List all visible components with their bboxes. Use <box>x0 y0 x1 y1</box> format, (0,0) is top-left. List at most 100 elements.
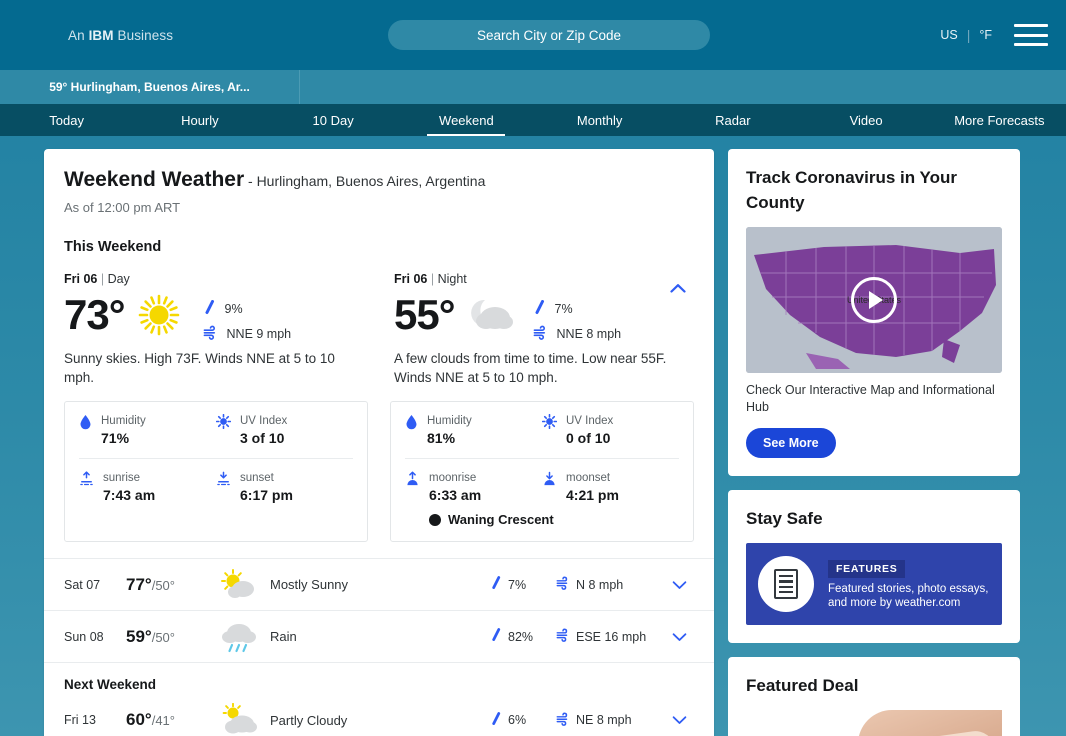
row-day: Fri 13 <box>64 713 96 727</box>
day-humidity-cell: Humidity 71% <box>79 414 216 447</box>
covid-map-video-thumbnail[interactable]: United States <box>746 227 1002 373</box>
sidebar: Track Coronavirus in Your County United … <box>728 149 1020 736</box>
next-weekend-heading: Next Weekend <box>44 662 714 694</box>
sunset-text: sunset 6:17 pm <box>240 471 293 504</box>
saved-location-tab[interactable]: 59° Hurlingham, Buenos Aires, Ar... <box>0 70 300 104</box>
row-condition: Rain <box>270 629 297 644</box>
day-humidity-text: Humidity 71% <box>101 414 146 447</box>
sunset-icon <box>216 471 231 491</box>
temperature-unit-toggle[interactable]: °F <box>979 28 992 42</box>
page-title-location: - Hurlingham, Buenos Aires, Argentina <box>244 173 486 189</box>
row-precip: 82% <box>490 628 556 645</box>
header-right-controls: US | °F <box>940 0 1048 70</box>
tab-today[interactable]: Today <box>0 104 133 136</box>
moonrise-value: 6:33 am <box>429 487 482 503</box>
featured-deal-image[interactable] <box>746 710 1002 736</box>
features-banner-text: FEATURES Featured stories, photo essays,… <box>828 559 1002 610</box>
day-precip-value: 9% <box>224 302 243 316</box>
search-input[interactable]: Search City or Zip Code <box>388 20 710 50</box>
unit-toggle-group: US | °F <box>940 27 992 43</box>
see-more-button[interactable]: See More <box>746 428 836 458</box>
wind-icon <box>556 628 570 645</box>
row-condition: Partly Cloudy <box>270 712 348 728</box>
night-detail-panel: Humidity 81% UV Index 0 of 10 moonrise 6… <box>390 401 694 542</box>
stay-safe-title: Stay Safe <box>746 509 823 528</box>
covid-card-caption: Check Our Interactive Map and Informatio… <box>746 383 995 414</box>
night-date: Fri 06 <box>394 272 428 286</box>
table-row[interactable]: Fri 13 60°/41° Partly Cloudy 6% NE 8 mph <box>44 694 714 736</box>
this-weekend-heading: This Weekend <box>64 239 162 255</box>
moonset-icon <box>542 471 557 492</box>
row-wind: ESE 16 mph <box>556 628 664 645</box>
page-title-main: Weekend Weather <box>64 168 245 191</box>
detail-panels: Humidity 71% UV Index 3 of 10 sunrise 7:… <box>44 401 714 542</box>
row-precip: 6% <box>490 711 556 729</box>
weather-page: An IBM Business Search City or Zip Code … <box>0 0 1066 736</box>
moonset-cell: moonset 4:21 pm <box>542 471 679 504</box>
tab-radar-label: Radar <box>715 112 751 128</box>
day-uv-text: UV Index 3 of 10 <box>240 414 287 447</box>
night-metrics: 7% NNE 8 mph <box>533 288 622 343</box>
row-low: /41° <box>151 713 175 728</box>
wind-icon <box>203 325 218 343</box>
night-pipe: | <box>430 272 435 286</box>
day-date: Fri 06 <box>64 272 98 286</box>
sunset-value: 6:17 pm <box>240 487 293 503</box>
day-panel-row-1: Humidity 71% UV Index 3 of 10 <box>79 413 353 447</box>
day-uv-label: UV Index <box>240 415 288 427</box>
moonset-label: moonset <box>566 472 611 484</box>
brand-logo[interactable]: An IBM Business <box>0 28 300 43</box>
night-panel-row-1: Humidity 81% UV Index 0 of 10 <box>405 413 679 447</box>
night-humidity-text: Humidity 81% <box>427 414 472 447</box>
tab-more-forecasts[interactable]: More Forecasts <box>933 104 1066 136</box>
sunrise-value: 7:43 am <box>103 487 156 503</box>
row-wind: N 8 mph <box>556 576 664 593</box>
play-button-icon[interactable] <box>851 277 897 323</box>
wind-icon <box>556 576 570 593</box>
collapse-chevron-up-icon[interactable] <box>666 276 690 300</box>
region-selector[interactable]: US <box>940 28 957 42</box>
row-high: 60° <box>126 710 152 729</box>
day-uv-cell: UV Index 3 of 10 <box>215 413 353 447</box>
tab-weekend[interactable]: Weekend <box>400 104 533 136</box>
day-detail-panel: Humidity 71% UV Index 3 of 10 sunrise 7:… <box>64 401 368 542</box>
tab-radar[interactable]: Radar <box>666 104 799 136</box>
table-row[interactable]: Sun 08 59°/50° Rain 82% ESE 16 mph <box>44 610 714 662</box>
features-tag: FEATURES <box>828 559 906 578</box>
night-precip-value: 7% <box>554 302 573 316</box>
location-strip: 59° Hurlingham, Buenos Aires, Ar... <box>0 70 1066 104</box>
expand-chevron-down-icon[interactable] <box>664 715 694 725</box>
features-banner-ad[interactable]: FEATURES Featured stories, photo essays,… <box>746 543 1002 625</box>
day-temperature: 73° <box>64 291 126 338</box>
day-wind-value: NNE 9 mph <box>226 327 292 341</box>
day-metrics: 9% NNE 9 mph <box>203 288 292 343</box>
expand-chevron-down-icon[interactable] <box>664 580 694 590</box>
sunny-icon <box>131 288 187 342</box>
day-narrative: Sunny skies. High 73F. Winds NNE at 5 to… <box>64 351 335 385</box>
expand-chevron-down-icon[interactable] <box>664 632 694 642</box>
night-temperature: 55° <box>394 291 456 338</box>
day-night-expanded: Fri 06 | Day 73° 9% NNE 9 mph Sunny skie… <box>64 272 694 387</box>
row-wind: NE 8 mph <box>556 712 664 729</box>
tab-monthly[interactable]: Monthly <box>533 104 666 136</box>
sunrise-icon <box>79 471 94 491</box>
moon-phase-label: Waning Crescent <box>448 512 554 527</box>
night-date-header: Fri 06 | Night <box>394 272 694 286</box>
tab-more-forecasts-label: More Forecasts <box>954 112 1045 128</box>
tab-hourly[interactable]: Hourly <box>133 104 266 136</box>
content-area: Weekend Weather - Hurlingham, Buenos Air… <box>0 136 1066 736</box>
brand-prefix: An <box>68 27 89 43</box>
as-of-timestamp: As of 12:00 pm ART <box>64 200 181 215</box>
tab-monthly-label: Monthly <box>576 112 623 128</box>
tab-video[interactable]: Video <box>800 104 933 136</box>
night-wind-value: NNE 8 mph <box>556 327 622 341</box>
covid-card: Track Coronavirus in Your County United … <box>728 149 1020 476</box>
top-header: An IBM Business Search City or Zip Code … <box>0 0 1066 70</box>
table-row[interactable]: Sat 07 77°/50° Mostly Sunny 7% N 8 mph <box>44 558 714 610</box>
hamburger-menu-icon[interactable] <box>1014 24 1048 46</box>
tab-10-day[interactable]: 10 Day <box>267 104 400 136</box>
night-uv-label: UV Index <box>566 415 614 427</box>
row-high: 77° <box>126 574 152 594</box>
page-title: Weekend Weather - Hurlingham, Buenos Air… <box>64 149 694 192</box>
precipitation-icon <box>490 628 502 645</box>
